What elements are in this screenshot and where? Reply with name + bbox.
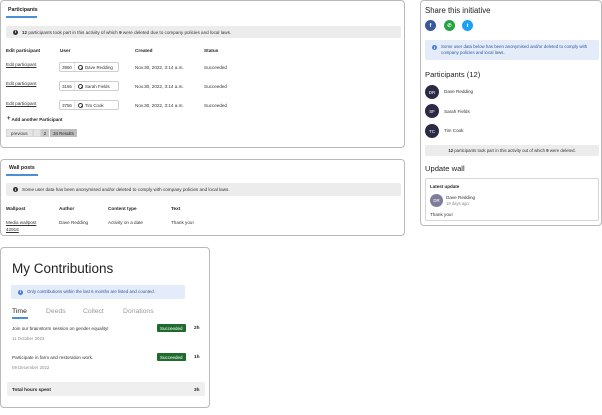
avatar[interactable]: TC <box>425 124 439 138</box>
latest-author: Dave Redding <box>446 195 476 200</box>
info-icon: i <box>13 29 18 35</box>
page-number[interactable]: 2 <box>40 129 50 137</box>
facebook-icon[interactable]: f <box>425 20 436 31</box>
avatar[interactable]: DR <box>425 85 439 99</box>
contribution-date: 09 December 2022 <box>12 365 50 370</box>
header-user: User <box>60 48 71 53</box>
created-date: Nov.30, 2022, 3:14 a.m. <box>135 84 184 89</box>
status-badge: Succeeded <box>157 353 186 361</box>
notice-text: Some user data below has been anonymised… <box>441 44 588 55</box>
created-date: Nov.30, 2022, 3:14 a.m. <box>135 65 184 70</box>
status-text: Succeeded <box>204 65 227 70</box>
contributions-panel: My Contributions i Only contributions wi… <box>0 247 210 408</box>
avatar[interactable]: SF <box>425 104 439 118</box>
edit-participant-link[interactable]: Edit participant <box>6 101 36 106</box>
wallpost-title: Media wallpost <box>6 220 37 225</box>
status-text: Succeeded <box>204 103 227 108</box>
avatar: DR <box>430 194 443 207</box>
user-id: 3756 <box>60 101 75 109</box>
user-name: Tim Cook <box>85 102 104 108</box>
twitter-icon[interactable]: t <box>462 20 473 31</box>
edit-participant-link[interactable]: Edit participant <box>6 62 36 67</box>
notice-text: 12 participants took part in this activi… <box>22 29 232 35</box>
user-field[interactable]: 3165 Sarah Fields <box>59 81 119 91</box>
user-id: 3165 <box>60 82 75 90</box>
wallpost-content-type: Activity on a date <box>108 220 143 225</box>
wallpost-link[interactable]: Media wallpost 42916 <box>6 220 36 232</box>
edit-participant-link[interactable]: Edit participant <box>6 81 36 86</box>
user-field[interactable]: 3960 Dave Redding <box>59 62 119 72</box>
tab-donations[interactable]: Donations <box>123 308 154 315</box>
tab-time[interactable]: Time <box>12 308 27 315</box>
share-title: Share this initiative <box>425 6 491 15</box>
contribution-hours: 1h <box>194 355 200 360</box>
total-hours-value: 3h <box>194 387 200 392</box>
contribution-title[interactable]: Join our brainstorm session on gender eq… <box>12 326 109 331</box>
contributions-title: My Contributions <box>12 261 114 276</box>
plus-icon: + <box>7 116 11 122</box>
add-participant-button[interactable]: + Add another Participant <box>7 116 63 122</box>
header-author: Author <box>59 206 75 211</box>
info-icon: i <box>432 45 437 50</box>
participants-summary: 12 participants took part in this activi… <box>425 145 599 156</box>
latest-text: Thank you! <box>430 212 453 217</box>
status-badge: Succeeded <box>157 324 186 332</box>
tab-deeds[interactable]: Deeds <box>46 308 66 315</box>
wallpost-id: 42916 <box>6 226 19 232</box>
contribution-title[interactable]: Participate in farm and restoration work… <box>12 355 93 360</box>
contributions-notice: i Only contributions within the last 6 m… <box>11 285 185 299</box>
total-hours-bar: Total hours spent 3h <box>7 382 205 396</box>
update-wall-title: Update wall <box>425 164 465 173</box>
tab-collect[interactable]: Collect <box>83 308 104 315</box>
latest-update-label: Latest update <box>430 184 460 189</box>
page-spacer <box>32 129 41 137</box>
notice-text: Only contributions within the last 6 mon… <box>27 289 155 294</box>
header-wallpost: Wallpost <box>6 206 26 211</box>
participant-name[interactable]: Dave Redding <box>444 89 473 94</box>
info-icon: i <box>18 289 23 295</box>
search-icon[interactable] <box>78 83 84 89</box>
header-text: Text <box>171 206 181 211</box>
add-participant-label: Add another Participant <box>11 117 63 122</box>
tab-underline <box>12 317 28 319</box>
contribution-hours: 2h <box>194 326 200 331</box>
participants-notice: i 12 participants took part in this acti… <box>6 26 401 38</box>
tab-underline <box>6 16 37 18</box>
participants-tab[interactable]: Participants <box>8 7 38 13</box>
wall-posts-tab[interactable]: Wall posts <box>9 165 35 171</box>
search-icon[interactable] <box>78 64 84 70</box>
wall-notice: i Some user data has been anonymised and… <box>6 183 401 196</box>
notice-text: Some user data has been anonymised and/o… <box>22 187 230 192</box>
user-name: Dave Redding <box>85 64 113 70</box>
user-name: Sarah Fields <box>85 83 110 89</box>
header-edit: Edit participant <box>6 48 41 53</box>
total-hours-label: Total hours spent <box>12 387 51 392</box>
wallpost-author: Dave Redding <box>59 220 89 225</box>
header-content-type: Content type <box>108 206 137 211</box>
info-icon: i <box>13 187 18 192</box>
contribution-date: 11 October 2022 <box>12 336 45 341</box>
results-count: 34 Results <box>50 129 77 137</box>
user-id: 3960 <box>60 63 75 71</box>
participant-name[interactable]: Tim Cook <box>444 128 463 133</box>
previous-button[interactable]: previous <box>6 129 33 137</box>
search-icon[interactable] <box>78 102 84 108</box>
user-field[interactable]: 3756 Tim Cook <box>59 100 119 110</box>
created-date: Nov.30, 2022, 3:14 a.m. <box>135 103 184 108</box>
share-panel: Share this initiative f ✆ t i Some user … <box>420 0 602 226</box>
status-text: Succeeded <box>204 84 227 89</box>
wall-posts-panel: Wall posts i Some user data has been ano… <box>0 159 405 236</box>
participants-panel: Participants i 12 participants took part… <box>0 0 405 148</box>
header-status: Status <box>204 48 219 53</box>
whatsapp-icon[interactable]: ✆ <box>444 20 455 31</box>
latest-update-box: Latest update DR Dave Redding 18 days ag… <box>425 178 599 221</box>
latest-time: 18 days ago <box>446 201 469 206</box>
wallpost-text: Thank you! <box>171 220 194 225</box>
participant-name[interactable]: Sarah Fields <box>444 109 470 114</box>
header-created: Created <box>135 48 153 53</box>
participants-count-title: Participants (12) <box>425 70 481 79</box>
tab-underline <box>6 174 38 176</box>
share-notice: i Some user data below has been anonymis… <box>425 40 599 60</box>
pagination: previous 2 34 Results <box>6 129 77 137</box>
